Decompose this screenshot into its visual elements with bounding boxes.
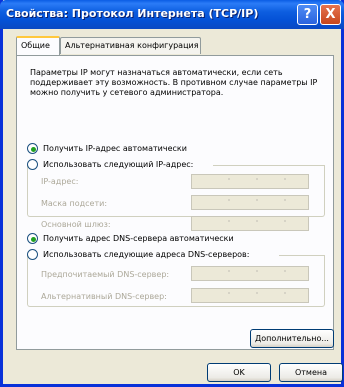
- close-button[interactable]: X: [320, 4, 341, 25]
- ip-auto-radio[interactable]: [27, 143, 38, 154]
- window-title: Свойства: Протокол Интернета (TCP/IP): [6, 7, 259, 20]
- help-button[interactable]: ?: [297, 4, 318, 25]
- title-bar[interactable]: Свойства: Протокол Интернета (TCP/IP) ? …: [0, 0, 344, 29]
- ip-manual-radio[interactable]: [27, 159, 38, 170]
- dns-auto-radio[interactable]: [27, 233, 38, 244]
- alternate-dns-input[interactable]: [191, 288, 309, 303]
- preferred-dns-label: Предпочитаемый DNS-сервер:: [41, 270, 170, 279]
- subnet-mask-input[interactable]: [191, 195, 309, 210]
- description-text: Параметры IP могут назначаться автоматич…: [30, 68, 318, 97]
- ip-manual-label: Использовать следующий IP-адрес:: [43, 160, 194, 169]
- ok-button[interactable]: OK: [207, 363, 271, 382]
- tcpip-properties-dialog: Свойства: Протокол Интернета (TCP/IP) ? …: [0, 0, 344, 387]
- preferred-dns-input[interactable]: [191, 266, 309, 281]
- dns-manual-radio[interactable]: [27, 249, 38, 260]
- tab-alternate-config[interactable]: Альтернативная конфигурация: [60, 37, 201, 54]
- advanced-button[interactable]: Дополнительно...: [250, 329, 334, 348]
- subnet-mask-label: Маска подсети:: [41, 199, 108, 208]
- ip-address-input[interactable]: [191, 174, 309, 189]
- default-gateway-input[interactable]: [191, 216, 309, 231]
- alternate-dns-label: Альтернативный DNS-сервер:: [41, 292, 167, 301]
- tab-general[interactable]: Общие: [16, 36, 60, 55]
- ip-auto-label: Получить IP-адрес автоматически: [43, 144, 187, 153]
- default-gateway-label: Основной шлюз:: [41, 220, 111, 229]
- ip-address-label: IP-адрес:: [41, 177, 79, 186]
- cancel-button[interactable]: Отмена: [279, 363, 343, 382]
- general-tab-panel: Параметры IP могут назначаться автоматич…: [16, 55, 334, 350]
- dns-manual-label: Использовать следующие адреса DNS-сервер…: [43, 250, 250, 259]
- dns-auto-label: Получить адрес DNS-сервера автоматически: [43, 234, 234, 243]
